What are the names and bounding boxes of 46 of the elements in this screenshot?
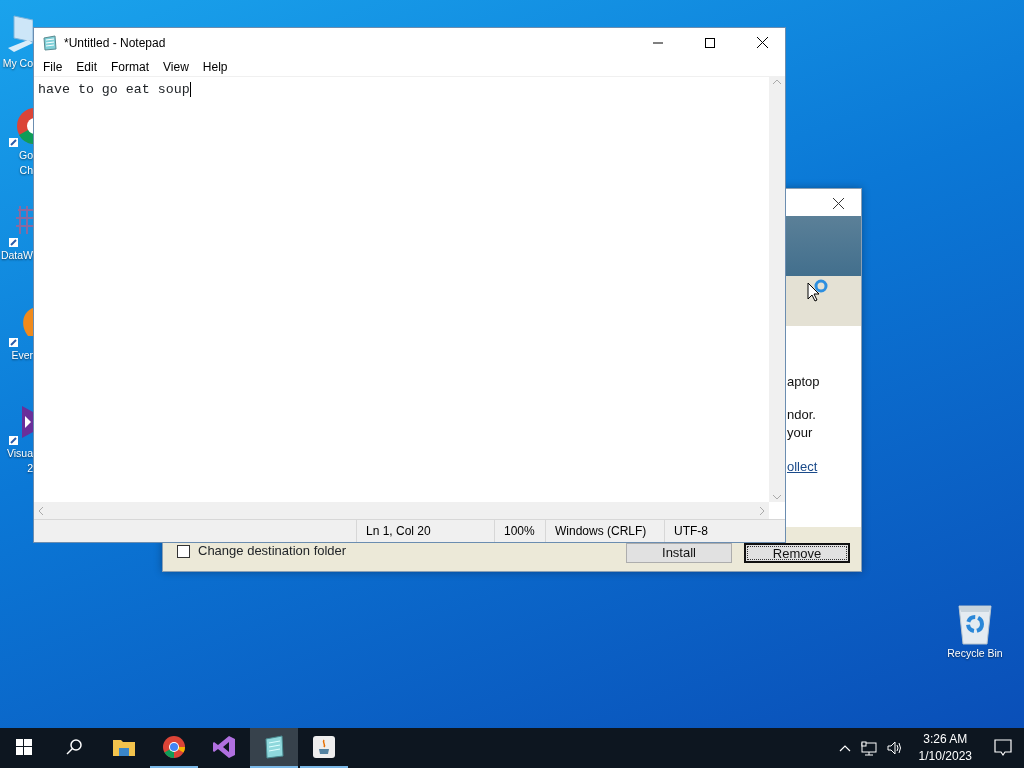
network-icon <box>860 740 877 756</box>
search-icon <box>66 739 82 755</box>
status-field: UTF-8 <box>664 520 764 542</box>
grid-shortcut-icon[interactable] <box>8 204 33 248</box>
chevron-up-icon <box>838 744 851 752</box>
checkbox[interactable] <box>177 544 190 558</box>
maximize-icon <box>705 37 715 48</box>
text-editor[interactable]: have to go eat soup <box>34 77 769 502</box>
checkbox-label: Change destination folder <box>198 542 347 561</box>
speaker-icon <box>886 741 903 755</box>
window-title: *Untitled - Notepad <box>64 34 167 52</box>
document-text: have to go eat soup <box>38 82 191 97</box>
icon-label: Ever <box>11 348 33 363</box>
clock-date: 1/10/2023 <box>918 748 972 765</box>
menu-item[interactable]: File <box>36 57 70 76</box>
link[interactable]: ollect <box>787 458 818 476</box>
text-fragment: ndor. <box>787 406 816 424</box>
icon-label: DataW <box>0 248 33 263</box>
java-icon <box>312 735 336 759</box>
icon-label: My Co <box>2 56 33 71</box>
busy-cursor-icon <box>806 278 828 304</box>
menu-item[interactable]: Format <box>104 57 157 76</box>
dialog-button[interactable]: Remove <box>744 543 850 563</box>
status-field: Ln 1, Col 20 <box>356 520 494 542</box>
icon-label: Visua 2 <box>6 446 33 476</box>
status-field: 100% <box>494 520 545 542</box>
chrome-icon <box>162 735 186 759</box>
visual-studio-icon <box>212 735 236 759</box>
windows-start-icon <box>16 739 32 755</box>
menu-item[interactable]: Help <box>195 57 235 76</box>
status-field: Windows (CRLF) <box>545 520 664 542</box>
close-icon <box>756 37 768 48</box>
icon-label: Recycle Bin <box>947 646 1003 661</box>
network-button[interactable] <box>858 740 879 756</box>
close-icon <box>832 197 844 209</box>
taskbar-button[interactable] <box>250 728 298 768</box>
dialog-button[interactable]: Install <box>626 543 732 563</box>
text-fragment: your <box>787 424 813 442</box>
menu-item[interactable]: View <box>156 57 196 76</box>
clock-time: 3:26 AM <box>923 731 968 748</box>
notification-icon <box>994 739 1012 757</box>
notepad-icon <box>262 735 286 759</box>
text-fragment: aptop <box>787 373 820 391</box>
menu-item[interactable]: Edit <box>69 57 105 76</box>
icon-label: Go Ch <box>19 148 33 178</box>
notepad-icon <box>42 34 58 51</box>
